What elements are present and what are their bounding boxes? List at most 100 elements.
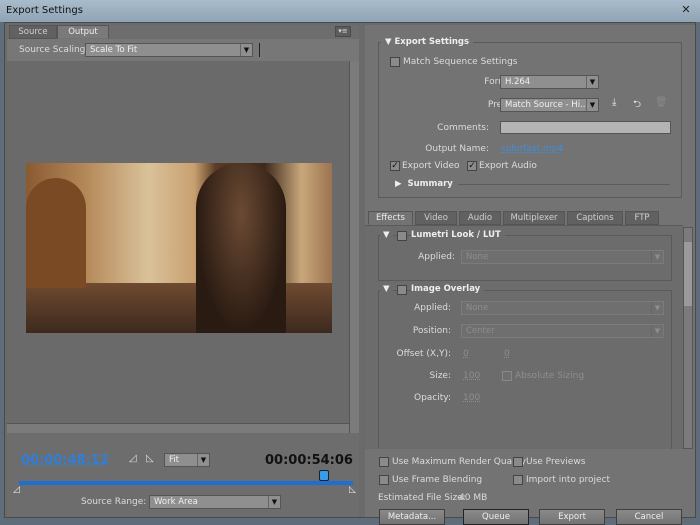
delete-preset-icon[interactable]: 🗑	[655, 97, 668, 108]
absolute-sizing-label: Absolute Sizing	[515, 371, 585, 381]
overlay-checkbox[interactable]	[397, 285, 407, 295]
divider	[458, 184, 670, 185]
chevron-down-icon: ▼	[651, 325, 663, 337]
frame-blending-checkbox[interactable]	[379, 475, 389, 485]
file-size-value: 40 MB	[459, 493, 488, 503]
left-panel: Source Output ▾≡ Source Scaling: Scale T…	[7, 25, 359, 517]
lumetri-toggle[interactable]: ▼	[380, 230, 393, 240]
close-icon[interactable]: ✕	[678, 3, 694, 17]
source-range-select[interactable]: Work Area ▼	[149, 495, 281, 509]
preset-select[interactable]: Match Source - Hi... ▼	[500, 98, 599, 112]
import-preset-icon[interactable]: ⮌	[633, 97, 641, 114]
comments-label: Comments:	[437, 123, 489, 133]
tab-audio[interactable]: Audio	[459, 211, 501, 225]
in-point-icon[interactable]: ◿	[13, 485, 20, 495]
scaling-bar: Source Scaling: Scale To Fit ▼	[7, 39, 359, 61]
import-project-checkbox[interactable]	[513, 475, 523, 485]
overlay-applied-select[interactable]: None ▼	[461, 301, 664, 315]
zoom-select[interactable]: Fit ▼	[164, 453, 210, 467]
max-render-label: Use Maximum Render Quality	[392, 457, 526, 467]
use-previews-label: Use Previews	[526, 457, 586, 467]
overlay-header: Image Overlay	[411, 284, 485, 294]
format-select[interactable]: H.264 ▼	[500, 75, 599, 89]
playhead[interactable]	[318, 470, 329, 481]
output-name-link[interactable]: colorfast.mp4	[501, 144, 563, 154]
effects-scrollbar[interactable]	[683, 227, 693, 449]
tab-captions[interactable]: Captions	[567, 211, 623, 225]
comments-input[interactable]	[500, 121, 671, 134]
overlay-position-select[interactable]: Center ▼	[461, 324, 664, 338]
preset-value: Match Source - Hi...	[505, 100, 589, 110]
preview-area	[7, 61, 349, 433]
source-scaling-label: Source Scaling:	[19, 45, 89, 55]
lumetri-checkbox[interactable]	[397, 231, 407, 241]
mark-in-icon[interactable]: ◿	[129, 453, 137, 464]
lumetri-applied-select[interactable]: None ▼	[461, 250, 664, 264]
export-audio-checkbox[interactable]: ✓	[467, 161, 477, 171]
export-audio-label: Export Audio	[479, 161, 537, 171]
horizontal-scrollbar[interactable]	[7, 423, 349, 433]
current-timecode[interactable]: 00:00:48:12	[21, 453, 109, 468]
source-range-label: Source Range:	[81, 497, 147, 507]
bottom-options: Use Maximum Render Quality Use Previews …	[365, 451, 695, 517]
chevron-down-icon: ▼	[586, 76, 598, 88]
lumetri-applied-label: Applied:	[418, 252, 455, 262]
max-render-checkbox[interactable]	[379, 457, 389, 467]
tab-multiplexer[interactable]: Multiplexer	[503, 211, 565, 225]
cancel-button[interactable]: Cancel	[616, 509, 682, 525]
file-size-label: Estimated File Size:	[378, 493, 466, 503]
source-scaling-value: Scale To Fit	[90, 45, 138, 55]
frame-blending-label: Use Frame Blending	[392, 475, 483, 485]
source-scaling-select[interactable]: Scale To Fit ▼	[85, 43, 253, 57]
dialog: Source Output ▾≡ Source Scaling: Scale T…	[4, 22, 696, 525]
overlay-position-label: Position:	[412, 326, 451, 336]
mark-out-icon[interactable]: ◺	[146, 453, 154, 464]
output-name-label: Output Name:	[425, 144, 489, 154]
video-frame	[26, 163, 332, 333]
export-button[interactable]: Export	[539, 509, 605, 525]
use-previews-checkbox[interactable]	[513, 457, 523, 467]
divider	[259, 43, 260, 57]
tab-output[interactable]: Output	[57, 25, 109, 39]
chevron-down-icon: ▼	[268, 496, 280, 508]
metadata-button[interactable]: Metadata...	[379, 509, 445, 525]
chevron-down-icon: ▼	[651, 302, 663, 314]
source-range-value: Work Area	[154, 497, 198, 507]
figure	[196, 163, 286, 333]
overlay-toggle[interactable]: ▼	[380, 284, 393, 294]
match-sequence-checkbox[interactable]	[390, 57, 400, 67]
offset-y-value[interactable]: 0	[504, 349, 510, 359]
tab-source[interactable]: Source	[9, 25, 57, 39]
queue-button[interactable]: Queue	[463, 509, 529, 525]
opacity-value[interactable]: 100	[463, 393, 480, 403]
overlay-opacity-label: Opacity:	[414, 393, 451, 403]
chevron-down-icon: ▼	[240, 44, 252, 56]
offset-x-value[interactable]: 0	[463, 349, 469, 359]
save-preset-icon[interactable]: ⤓	[612, 97, 616, 108]
tab-effects[interactable]: Effects	[368, 211, 413, 225]
export-video-checkbox[interactable]: ✓	[390, 161, 400, 171]
size-value[interactable]: 100	[463, 371, 480, 381]
panel-menu-icon[interactable]: ▾≡	[335, 26, 351, 37]
export-settings-header[interactable]: ▼ Export Settings	[381, 37, 474, 47]
export-settings-title: Export Settings	[394, 37, 470, 47]
duration-timecode: 00:00:54:06	[265, 453, 353, 468]
format-value: H.264	[505, 77, 531, 87]
scrollbar-thumb[interactable]	[684, 242, 692, 306]
absolute-sizing-checkbox[interactable]	[502, 371, 512, 381]
overlay-applied-label: Applied:	[414, 303, 451, 313]
vertical-scrollbar[interactable]	[349, 61, 359, 433]
timeline-bar[interactable]	[19, 481, 353, 485]
summary-toggle[interactable]: ▶ Summary	[395, 179, 453, 189]
effects-content: ▼ Lumetri Look / LUT Applied: None ▼ ▼ Im…	[365, 225, 683, 449]
tab-ftp[interactable]: FTP	[625, 211, 659, 225]
lumetri-applied-value: None	[466, 252, 489, 262]
overlay-position-value: Center	[466, 326, 495, 336]
import-project-label: Import into project	[526, 475, 611, 485]
chevron-down-icon: ▼	[586, 99, 598, 111]
overlay-applied-value: None	[466, 303, 489, 313]
tab-video[interactable]: Video	[415, 211, 457, 225]
overlay-size-label: Size:	[429, 371, 451, 381]
out-point-icon[interactable]: ◺	[349, 485, 356, 495]
window-title: Export Settings	[6, 5, 83, 16]
